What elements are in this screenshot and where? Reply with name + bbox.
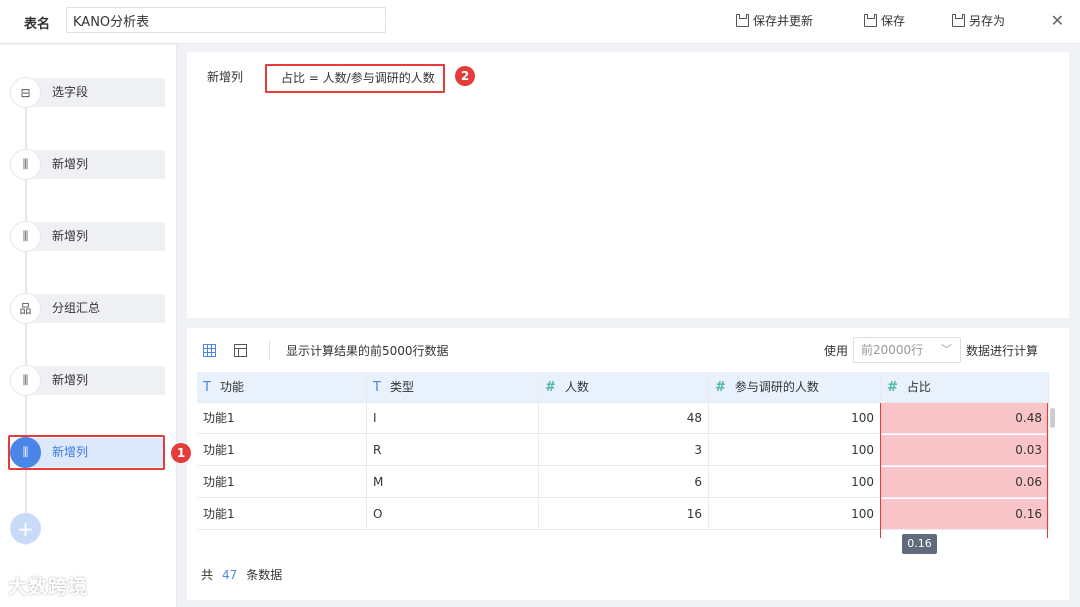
text-type-icon: T: [203, 380, 211, 395]
column-header-label: 类型: [389, 380, 414, 394]
column-header[interactable]: # 人数: [539, 372, 709, 403]
formula-expression[interactable]: 占比 = 人数/参与调研的人数: [265, 64, 445, 93]
table-cell: 6: [539, 467, 709, 498]
new-column-label: 新增列: [207, 70, 244, 84]
top-bar: 表名 保存并更新 保存 另存为 ✕: [0, 0, 1080, 44]
step-label: 分组汇总: [22, 294, 165, 323]
table-cell: 0.03: [881, 435, 1049, 466]
callout-badge-1: 1: [171, 443, 191, 463]
grid-view-icon[interactable]: [203, 344, 216, 357]
table-header-row: T 功能 T 类型 # 人数 # 参与调研的人数 # 占比: [197, 372, 1049, 403]
table-cell: 48: [539, 403, 709, 434]
text-type-icon: T: [373, 380, 381, 395]
step-label: 新增列: [22, 222, 165, 251]
number-type-icon: #: [545, 380, 556, 395]
table-row: 功能1 O 16 100 0.16: [197, 499, 1049, 530]
table-cell: 100: [709, 499, 881, 530]
save-button[interactable]: 保存: [864, 12, 905, 29]
save-icon: [864, 14, 877, 27]
preview-table: T 功能 T 类型 # 人数 # 参与调研的人数 # 占比 功能1 I 48 100 0.…: [197, 372, 1049, 540]
save-and-update-button[interactable]: 保存并更新: [736, 12, 813, 29]
table-name-input[interactable]: [66, 7, 386, 33]
table-cell: 0.16: [881, 499, 1049, 530]
table-cell: 3: [539, 435, 709, 466]
layout-view-icon[interactable]: [234, 344, 247, 357]
save-label: 保存: [881, 14, 906, 28]
column-header[interactable]: T 类型: [367, 372, 539, 403]
row-count: 47: [222, 568, 238, 582]
column-header-label: 功能: [219, 380, 244, 394]
table-name-label: 表名: [24, 17, 51, 32]
table-cell: R: [367, 435, 539, 466]
step-add-column-active[interactable]: ⫼ 新增列: [8, 435, 165, 470]
table-cell: 0.06: [881, 467, 1049, 498]
preview-panel: 显示计算结果的前5000行数据 使用 前20000行 ﹀ 数据进行计算 T 功能 …: [187, 328, 1069, 600]
chevron-down-icon: ﹀: [941, 343, 952, 356]
step-label: 新增列: [22, 366, 165, 395]
step-label: 新增列: [22, 438, 165, 467]
watermark-logo: 大数跨境: [8, 576, 89, 598]
callout-badge-2: 2: [455, 66, 475, 86]
add-column-icon: ⫼: [10, 221, 41, 252]
table-cell: I: [367, 403, 539, 434]
table-row: 功能1 R 3 100 0.03: [197, 435, 1049, 466]
table-cell: 100: [709, 467, 881, 498]
group-summary-icon: 品: [10, 293, 41, 324]
column-header-label: 参与调研的人数: [734, 380, 819, 394]
step-select-field[interactable]: ⊟ 选字段: [10, 77, 165, 108]
calc-label: 数据进行计算: [966, 344, 1039, 358]
row-limit-select[interactable]: 前20000行 ﹀: [853, 337, 961, 363]
formula-panel: 新增列 占比 = 人数/参与调研的人数: [187, 52, 1069, 318]
table-cell: M: [367, 467, 539, 498]
preview-hint: 显示计算结果的前5000行数据: [286, 344, 449, 358]
column-header-label: 人数: [564, 380, 589, 394]
step-group-summary[interactable]: 品 分组汇总: [10, 293, 165, 324]
number-type-icon: #: [715, 380, 726, 395]
add-column-icon: ⫼: [10, 437, 41, 468]
save-and-update-label: 保存并更新: [753, 14, 814, 28]
footer-prefix: 共: [201, 568, 214, 582]
add-step-button[interactable]: +: [10, 513, 41, 544]
table-cell: 100: [709, 435, 881, 466]
save-as-button[interactable]: 另存为: [952, 12, 1005, 29]
use-label: 使用: [824, 344, 849, 358]
step-add-column-3[interactable]: ⫼ 新增列: [10, 365, 165, 396]
column-header-label: 占比: [906, 380, 931, 394]
table-scrollbar[interactable]: [1050, 408, 1055, 428]
table-cell: 功能1: [197, 467, 367, 498]
table-cell: 100: [709, 403, 881, 434]
step-add-column-2[interactable]: ⫼ 新增列: [10, 221, 165, 252]
save-as-label: 另存为: [969, 14, 1006, 28]
table-cell: 功能1: [197, 403, 367, 434]
column-header[interactable]: T 功能: [197, 372, 367, 403]
preview-toolbar: 显示计算结果的前5000行数据 使用 前20000行 ﹀ 数据进行计算: [187, 328, 1069, 370]
step-add-column-1[interactable]: ⫼ 新增列: [10, 149, 165, 180]
table-cell: 功能1: [197, 435, 367, 466]
select-field-icon: ⊟: [10, 77, 41, 108]
row-count-footer: 共 47 条数据: [201, 566, 282, 583]
step-sidebar: ⊟ 选字段 ⫼ 新增列 ⫼ 新增列 品 分组汇总 ⫼ 新增列 ⫼ 新增列 +: [0, 45, 177, 607]
table-cell: O: [367, 499, 539, 530]
add-column-icon: ⫼: [10, 365, 41, 396]
table-cell: 16: [539, 499, 709, 530]
column-header[interactable]: # 参与调研的人数: [709, 372, 881, 403]
toolbar-divider: [269, 341, 270, 359]
cell-tooltip: 0.16: [902, 534, 937, 554]
table-row: 功能1 M 6 100 0.06: [197, 467, 1049, 498]
table-cell: 功能1: [197, 499, 367, 530]
row-limit-placeholder: 前20000行: [861, 343, 924, 357]
footer-suffix: 条数据: [246, 568, 283, 582]
step-label: 新增列: [22, 150, 165, 179]
add-column-icon: ⫼: [10, 149, 41, 180]
close-icon[interactable]: ✕: [1051, 11, 1064, 30]
save-as-icon: [952, 14, 965, 27]
table-row: 功能1 I 48 100 0.48: [197, 403, 1049, 434]
column-header[interactable]: # 占比: [881, 372, 1049, 403]
number-type-icon: #: [887, 380, 898, 395]
save-update-icon: [736, 14, 749, 27]
table-cell: 0.48: [881, 403, 1049, 434]
step-label: 选字段: [22, 78, 165, 107]
